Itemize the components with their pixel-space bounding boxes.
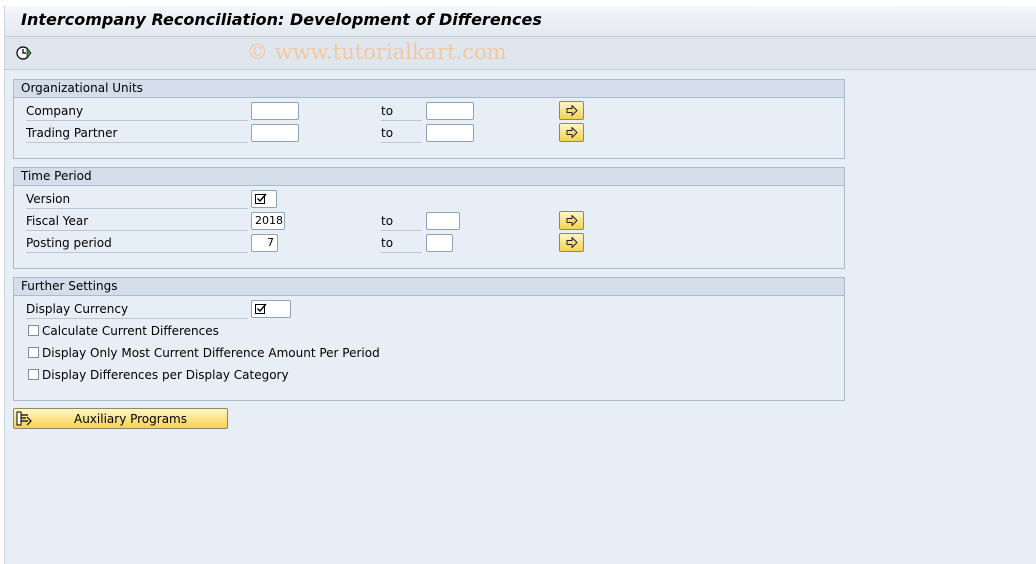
display-currency-selection-field[interactable] bbox=[251, 300, 291, 318]
company-to-input[interactable] bbox=[426, 102, 474, 120]
fiscal-year-to-input[interactable] bbox=[426, 212, 460, 230]
trading-partner-to-label: to bbox=[381, 124, 422, 143]
group-header-time-period: Time Period bbox=[14, 168, 844, 186]
group-organizational-units: Organizational Units Company to Trading … bbox=[13, 79, 845, 159]
trading-partner-multiple-selection-button[interactable] bbox=[559, 123, 584, 142]
auxiliary-programs-button[interactable]: Auxiliary Programs bbox=[13, 408, 228, 429]
trading-partner-from-input[interactable] bbox=[251, 124, 299, 142]
display-differences-per-category-option[interactable]: Display Differences per Display Category bbox=[28, 366, 289, 384]
display-most-current-difference-label: Display Only Most Current Difference Amo… bbox=[42, 346, 380, 360]
company-to-label: to bbox=[381, 102, 422, 121]
calculate-current-differences-option[interactable]: Calculate Current Differences bbox=[28, 322, 219, 340]
group-header-further-settings: Further Settings bbox=[14, 278, 844, 296]
company-from-input[interactable] bbox=[251, 102, 299, 120]
execute-icon[interactable] bbox=[15, 44, 33, 62]
posting-period-label: Posting period bbox=[26, 234, 248, 253]
display-differences-per-category-label: Display Differences per Display Category bbox=[42, 368, 289, 382]
page-title: Intercompany Reconciliation: Development… bbox=[21, 10, 542, 29]
posting-period-to-label: to bbox=[381, 234, 422, 253]
posting-period-from-input[interactable]: 7 bbox=[251, 234, 278, 252]
checkbox-selected-icon bbox=[255, 193, 267, 204]
calculate-current-differences-label: Calculate Current Differences bbox=[42, 324, 219, 338]
calculate-current-differences-checkbox[interactable] bbox=[28, 325, 39, 336]
group-header-organizational-units: Organizational Units bbox=[14, 80, 844, 98]
posting-period-multiple-selection-button[interactable] bbox=[559, 233, 584, 252]
application-toolbar: © www.tutorialkart.com bbox=[5, 37, 1036, 70]
company-label: Company bbox=[26, 102, 248, 121]
arrow-right-icon bbox=[566, 237, 578, 248]
group-time-period: Time Period Version Fiscal Year 2018 to … bbox=[13, 167, 845, 269]
version-selection-field[interactable] bbox=[251, 190, 277, 208]
title-bar: Intercompany Reconciliation: Development… bbox=[5, 6, 1036, 37]
arrow-right-icon bbox=[566, 105, 578, 116]
display-currency-label: Display Currency bbox=[26, 300, 248, 319]
display-most-current-difference-option[interactable]: Display Only Most Current Difference Amo… bbox=[28, 344, 380, 362]
watermark: © www.tutorialkart.com bbox=[247, 40, 507, 64]
sap-window: Intercompany Reconciliation: Development… bbox=[4, 6, 1036, 564]
version-label: Version bbox=[26, 190, 248, 209]
fiscal-year-to-label: to bbox=[381, 212, 422, 231]
display-differences-per-category-checkbox[interactable] bbox=[28, 369, 39, 380]
group-further-settings: Further Settings Display Currency Calcul… bbox=[13, 277, 845, 401]
fiscal-year-label: Fiscal Year bbox=[26, 212, 248, 231]
checkbox-selected-icon bbox=[255, 303, 267, 314]
trading-partner-to-input[interactable] bbox=[426, 124, 474, 142]
company-multiple-selection-button[interactable] bbox=[559, 101, 584, 120]
trading-partner-label: Trading Partner bbox=[26, 124, 248, 143]
auxiliary-programs-label: Auxiliary Programs bbox=[73, 412, 187, 426]
display-most-current-difference-checkbox[interactable] bbox=[28, 347, 39, 358]
arrow-right-icon bbox=[566, 127, 578, 138]
fiscal-year-from-input[interactable]: 2018 bbox=[251, 212, 285, 230]
fiscal-year-multiple-selection-button[interactable] bbox=[559, 211, 584, 230]
posting-period-to-input[interactable] bbox=[426, 234, 453, 252]
arrow-right-icon bbox=[566, 215, 578, 226]
